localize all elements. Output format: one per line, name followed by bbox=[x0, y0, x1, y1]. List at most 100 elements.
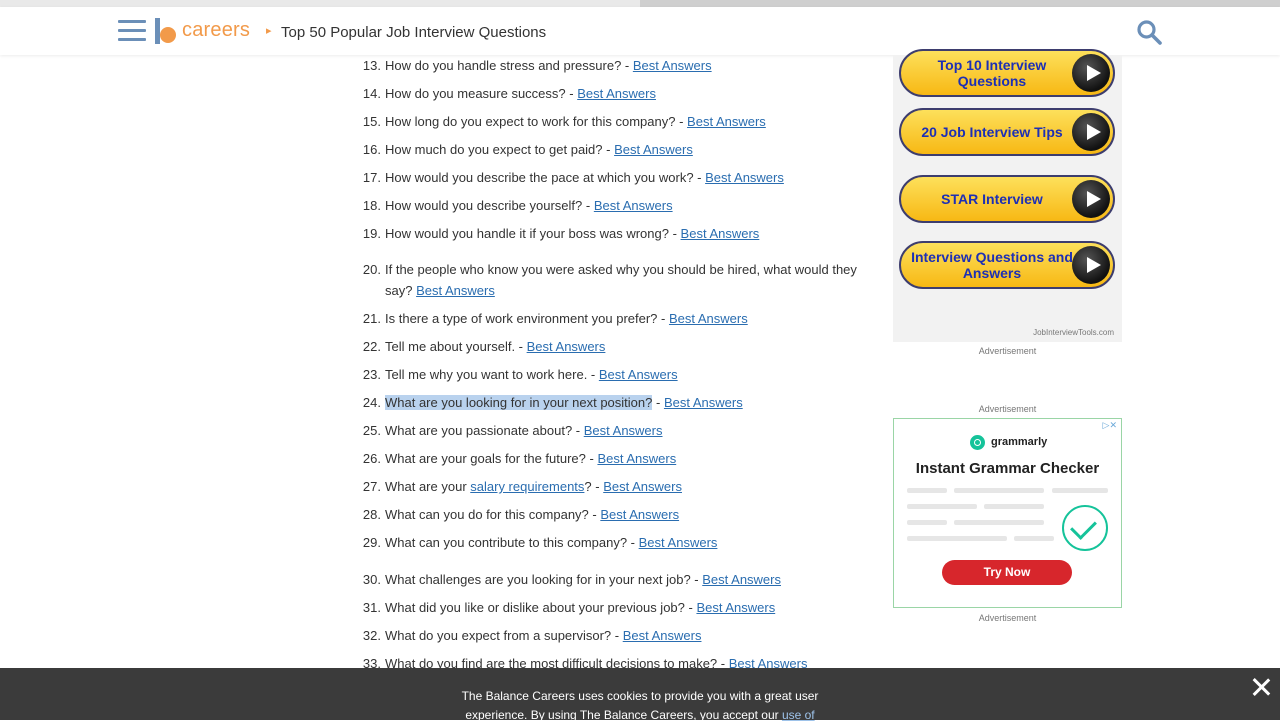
question-text: What can you contribute to this company?… bbox=[385, 533, 880, 554]
best-answers-link[interactable]: Best Answers bbox=[599, 367, 678, 382]
question-text-prefix: What are your bbox=[385, 479, 471, 494]
salary-requirements-link[interactable]: salary requirements bbox=[470, 479, 584, 494]
balance-logo-icon[interactable] bbox=[155, 18, 177, 44]
question-text: How do you measure success? - Best Answe… bbox=[385, 84, 880, 105]
best-answers-link[interactable]: Best Answers bbox=[633, 58, 712, 73]
play-icon bbox=[1072, 246, 1110, 284]
page-title: Top 50 Popular Job Interview Questions bbox=[281, 24, 547, 41]
question-label: How long do you expect to work for this … bbox=[385, 114, 688, 129]
question-text: What are your goals for the future? - Be… bbox=[385, 449, 880, 470]
question-text: What challenges are you looking for in y… bbox=[385, 570, 880, 591]
best-answers-link[interactable]: Best Answers bbox=[577, 86, 656, 101]
best-answers-link[interactable]: Best Answers bbox=[639, 535, 718, 550]
placeholder-line bbox=[954, 488, 1044, 493]
adchoices-close-icon[interactable]: ▷✕ bbox=[1103, 420, 1117, 431]
question-label: How would you describe yourself? - bbox=[385, 198, 594, 213]
ad-button-label: Top 10 Interview Questions bbox=[937, 57, 1047, 89]
menu-icon[interactable] bbox=[118, 20, 146, 42]
question-number: 29. bbox=[362, 535, 381, 550]
question-text: How would you handle it if your boss was… bbox=[385, 224, 880, 245]
ad-button-star[interactable]: STAR Interview bbox=[899, 175, 1115, 223]
question-number: 23. bbox=[362, 367, 381, 382]
browser-tab-strip-dark bbox=[640, 0, 1280, 7]
question-number: 20. bbox=[362, 262, 381, 277]
question-text: Tell me about yourself. - Best Answers bbox=[385, 337, 880, 358]
question-label: What did you like or dislike about your … bbox=[385, 600, 697, 615]
question-label: What challenges are you looking for in y… bbox=[385, 572, 703, 587]
best-answers-link[interactable]: Best Answers bbox=[623, 628, 702, 643]
ad-button-label: STAR Interview bbox=[941, 191, 1043, 207]
try-now-button[interactable]: Try Now bbox=[942, 560, 1072, 585]
question-number: 14. bbox=[362, 86, 381, 101]
question-number: 18. bbox=[362, 198, 381, 213]
search-icon[interactable] bbox=[1136, 19, 1162, 45]
question-label: How much do you expect to get paid? - bbox=[385, 142, 615, 157]
advertisement-label: Advertisement bbox=[978, 613, 1037, 623]
best-answers-link[interactable]: Best Answers bbox=[597, 451, 676, 466]
question-text: What are your salary requirements? - Bes… bbox=[385, 477, 880, 498]
question-number: 32. bbox=[362, 628, 381, 643]
ad-button-top10[interactable]: Top 10 Interview Questions bbox=[899, 49, 1115, 97]
question-number: 19. bbox=[362, 226, 381, 241]
grammarly-brand: grammarly bbox=[991, 436, 1048, 448]
question-number: 24. bbox=[362, 395, 381, 410]
selected-text: What are you looking for in your next po… bbox=[385, 395, 653, 410]
question-number: 31. bbox=[362, 600, 381, 615]
question-label: What can you do for this company? - bbox=[385, 507, 601, 522]
question-label: How would you handle it if your boss was… bbox=[385, 226, 681, 241]
placeholder-line bbox=[1014, 536, 1054, 541]
close-icon[interactable] bbox=[1250, 676, 1272, 698]
ad-button-label: 20 Job Interview Tips bbox=[921, 124, 1063, 140]
question-label: ? - bbox=[584, 479, 604, 494]
best-answers-link[interactable]: Best Answers bbox=[603, 479, 682, 494]
question-text: What are you passionate about? - Best An… bbox=[385, 421, 880, 442]
question-text: How long do you expect to work for this … bbox=[385, 112, 880, 133]
question-number: 15. bbox=[362, 114, 381, 129]
play-icon bbox=[1072, 180, 1110, 218]
best-answers-link[interactable]: Best Answers bbox=[600, 507, 679, 522]
question-text: What are you looking for in your next po… bbox=[385, 393, 880, 414]
best-answers-link[interactable]: Best Answers bbox=[584, 423, 663, 438]
best-answers-link[interactable]: Best Answers bbox=[705, 170, 784, 185]
ad-button-tips[interactable]: 20 Job Interview Tips bbox=[899, 108, 1115, 156]
grammarly-g-icon bbox=[970, 434, 985, 450]
question-number: 28. bbox=[362, 507, 381, 522]
best-answers-link[interactable]: Best Answers bbox=[527, 339, 606, 354]
question-number: 17. bbox=[362, 170, 381, 185]
question-text: How would you describe yourself? - Best … bbox=[385, 196, 880, 217]
cookie-text: The Balance Careers uses cookies to prov… bbox=[461, 689, 819, 722]
placeholder-line bbox=[954, 520, 1044, 525]
logo-text[interactable]: careers bbox=[182, 19, 250, 42]
question-label: Tell me why you want to work here. - bbox=[385, 367, 599, 382]
best-answers-link[interactable]: Best Answers bbox=[614, 142, 693, 157]
best-answers-link[interactable]: Best Answers bbox=[702, 572, 781, 587]
question-label: - bbox=[652, 395, 664, 410]
question-label: Is there a type of work environment you … bbox=[385, 311, 669, 326]
ad-button-qa[interactable]: Interview Questions and Answers bbox=[899, 241, 1115, 289]
cookie-message: The Balance Careers uses cookies to prov… bbox=[440, 687, 840, 725]
grammarly-ad[interactable]: ▷✕ grammarly Instant Grammar Checker Try… bbox=[893, 418, 1122, 608]
question-text: What do you expect from a supervisor? - … bbox=[385, 626, 880, 647]
best-answers-link[interactable]: Best Answers bbox=[669, 311, 748, 326]
best-answers-link[interactable]: Best Answers bbox=[696, 600, 775, 615]
question-label: How do you measure success? - bbox=[385, 86, 578, 101]
best-answers-link[interactable]: Best Answers bbox=[594, 198, 673, 213]
best-answers-link[interactable]: Best Answers bbox=[664, 395, 743, 410]
advertisement-label: Advertisement bbox=[978, 346, 1037, 356]
best-answers-link[interactable]: Best Answers bbox=[416, 283, 495, 298]
placeholder-line bbox=[907, 488, 947, 493]
grammarly-logo: grammarly bbox=[970, 434, 1047, 450]
question-text: If the people who know you were asked wh… bbox=[385, 260, 880, 301]
play-icon bbox=[1072, 113, 1110, 151]
ad-credit: JobInterviewTools.com bbox=[1033, 328, 1114, 337]
question-number: 25. bbox=[362, 423, 381, 438]
cookie-banner: The Balance Careers uses cookies to prov… bbox=[0, 668, 1280, 722]
best-answers-link[interactable]: Best Answers bbox=[687, 114, 766, 129]
play-icon bbox=[1072, 54, 1110, 92]
ad-headline: Instant Grammar Checker bbox=[915, 460, 1100, 477]
question-label: What do you expect from a supervisor? - bbox=[385, 628, 623, 643]
placeholder-line bbox=[907, 504, 977, 509]
best-answers-link[interactable]: Best Answers bbox=[681, 226, 760, 241]
placeholder-line bbox=[907, 520, 947, 525]
interview-tools-ad[interactable]: Top 10 Interview Questions 20 Job Interv… bbox=[893, 49, 1122, 342]
